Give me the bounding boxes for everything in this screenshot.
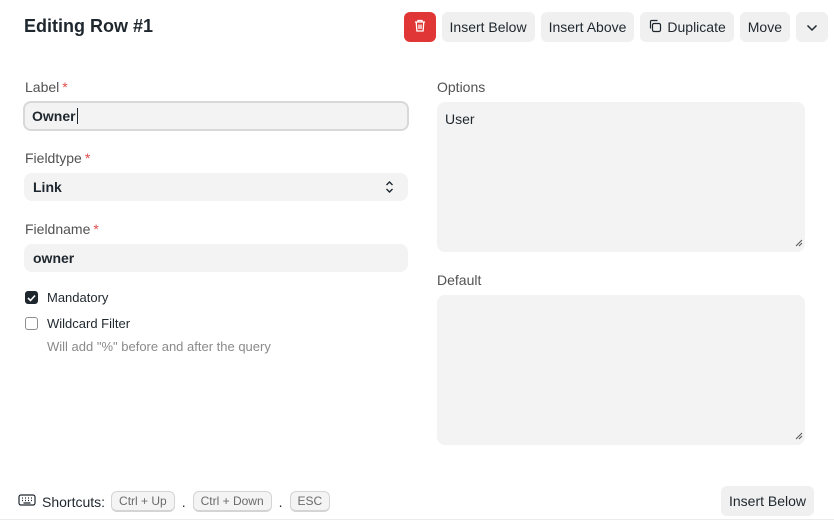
shortcut-key: Ctrl + Up <box>111 491 175 512</box>
shortcut-key: ESC <box>289 491 331 512</box>
keyboard-icon <box>18 493 36 510</box>
label-field-label-text: Label <box>25 79 60 95</box>
fieldtype-select[interactable]: Link <box>24 173 408 201</box>
select-arrows-icon <box>385 180 394 197</box>
page-title: Editing Row #1 <box>24 16 154 36</box>
mandatory-checkbox-row[interactable]: Mandatory <box>25 290 108 305</box>
label-field-label: Label * <box>25 79 68 95</box>
wildcard-filter-checkbox[interactable] <box>25 317 38 330</box>
options-textarea[interactable]: User <box>437 102 805 252</box>
shortcuts-label: Shortcuts: <box>42 493 106 510</box>
dialog-header: Editing Row #1 Insert Below Insert Above… <box>0 0 834 56</box>
wildcard-filter-checkbox-row[interactable]: Wildcard Filter <box>25 316 130 331</box>
duplicate-button[interactable]: Duplicate <box>640 12 734 42</box>
duplicate-label: Duplicate <box>667 19 726 35</box>
mandatory-label: Mandatory <box>47 290 109 305</box>
required-marker: * <box>93 221 99 237</box>
fieldname-field-label-text: Fieldname <box>25 221 91 237</box>
fieldtype-select-value: Link <box>33 179 62 195</box>
wildcard-filter-label: Wildcard Filter <box>47 316 131 331</box>
label-input-value: Owner <box>32 108 76 124</box>
label-input[interactable]: Owner <box>23 101 409 131</box>
fieldname-input[interactable]: owner <box>24 244 408 272</box>
shortcut-key: Ctrl + Down <box>192 491 272 512</box>
shortcut-separator: . <box>278 493 283 510</box>
resize-handle-icon[interactable] <box>795 234 803 250</box>
shortcut-separator: . <box>181 493 186 510</box>
options-textarea-value: User <box>445 111 475 127</box>
fieldname-field-label: Fieldname * <box>25 221 99 237</box>
move-button[interactable]: Move <box>739 12 790 42</box>
fieldname-input-value: owner <box>33 250 75 266</box>
text-cursor <box>76 108 78 124</box>
divider <box>0 519 834 520</box>
copy-icon <box>648 19 662 36</box>
keyboard-shortcuts: Shortcuts: Ctrl + Up . Ctrl + Down . ESC <box>18 491 331 512</box>
options-field-label: Options <box>437 79 486 95</box>
trash-icon <box>413 18 427 36</box>
chevron-down-icon <box>806 19 818 35</box>
required-marker: * <box>62 79 68 95</box>
insert-below-footer-button[interactable]: Insert Below <box>721 486 815 516</box>
resize-handle-icon[interactable] <box>795 427 803 443</box>
wildcard-filter-hint: Will add "%" before and after the query <box>47 339 271 354</box>
default-field-label: Default <box>437 272 482 288</box>
insert-above-button[interactable]: Insert Above <box>540 12 635 42</box>
required-marker: * <box>84 150 91 166</box>
row-toolbar: Insert Below Insert Above Duplicate Move <box>403 12 828 42</box>
default-textarea[interactable] <box>437 295 805 445</box>
delete-row-button[interactable] <box>403 12 436 42</box>
fieldtype-field-label-text: Fieldtype <box>25 150 82 166</box>
insert-below-button[interactable]: Insert Below <box>441 12 535 42</box>
fieldtype-field-label: Fieldtype * <box>25 150 90 166</box>
more-options-button[interactable] <box>796 12 828 42</box>
mandatory-checkbox[interactable] <box>25 291 38 304</box>
